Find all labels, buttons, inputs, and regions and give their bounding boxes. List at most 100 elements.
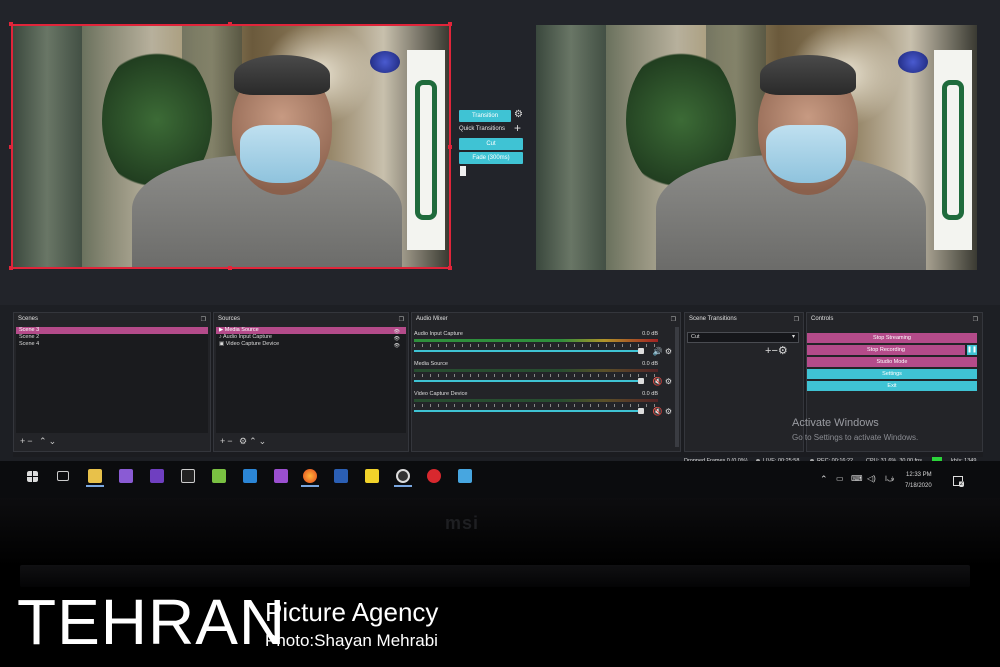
speaker-muted-icon[interactable]: 🔇: [653, 377, 663, 386]
speaker-muted-icon[interactable]: 🔇: [653, 407, 663, 416]
remove-icon[interactable]: −: [227, 436, 234, 446]
mixer-channel: Video Capture Device 0.0 dB 🔇 ⚙: [414, 391, 672, 416]
transition-settings-icon[interactable]: ⚙: [514, 109, 523, 120]
program-video: [536, 25, 977, 270]
word-icon[interactable]: [334, 469, 348, 483]
sources-toolbar: +− ⚙⌃⌄: [220, 436, 268, 447]
stop-recording-button[interactable]: Stop Recording: [807, 345, 965, 355]
watermark-title: TEHRAN: [17, 586, 287, 658]
remove-icon[interactable]: −: [27, 436, 34, 446]
notepad-plus-icon[interactable]: [212, 469, 226, 483]
scene-item[interactable]: Scene 2: [16, 334, 208, 341]
battery-icon[interactable]: ▭: [836, 474, 844, 483]
sources-dock: Sources ❐ ▶ Media Source ♪ Audio Input C…: [213, 312, 409, 452]
monitor-screen: Transition ⚙ Quick Transitions + Cut Fad…: [0, 0, 1000, 498]
undock-icon[interactable]: ❐: [399, 316, 404, 323]
clock-date[interactable]: 7/18/2020: [905, 483, 932, 489]
channel-logo-icon: [370, 51, 400, 73]
scene-item[interactable]: Scene 4: [16, 341, 208, 348]
studio-preview-area: Transition ⚙ Quick Transitions + Cut Fad…: [0, 0, 1000, 305]
audio-mixer-title: Audio Mixer: [416, 316, 448, 322]
transition-select[interactable]: Cut ▾: [687, 332, 799, 343]
chevron-up-icon[interactable]: ⌃: [820, 474, 828, 485]
source-item[interactable]: ♪ Audio Input Capture: [216, 334, 406, 341]
controls-title: Controls: [811, 316, 834, 322]
cut-button[interactable]: Cut: [459, 138, 523, 150]
preview-video[interactable]: [12, 25, 449, 268]
gear-icon[interactable]: ⚙: [665, 377, 672, 386]
undock-icon[interactable]: ❐: [794, 316, 799, 323]
chevron-down-icon: ▾: [791, 334, 795, 340]
stop-streaming-button[interactable]: Stop Streaming: [807, 333, 977, 343]
volume-knob[interactable]: [638, 348, 644, 354]
controls-dock: Controls ❐ Stop Streaming Stop Recording…: [806, 312, 983, 452]
recorder-icon[interactable]: [427, 469, 441, 483]
file-explorer-icon[interactable]: [88, 469, 102, 483]
volume-icon[interactable]: ◁): [867, 474, 876, 483]
scene-transitions-dock: Scene Transitions ❐ Cut ▾ +−⚙: [684, 312, 804, 452]
volume-slider[interactable]: [414, 410, 642, 412]
gear-icon[interactable]: ⚙: [665, 347, 672, 356]
app-icon[interactable]: [274, 469, 288, 483]
monitor-brand-logo: msi: [445, 513, 480, 533]
add-quick-transition-icon[interactable]: +: [514, 121, 521, 135]
scenes-list: Scene 3 Scene 2 Scene 4: [16, 327, 208, 433]
audio-mixer-dock: Audio Mixer ❐ Audio Input Capture 0.0 dB…: [411, 312, 681, 452]
t-bar-slider[interactable]: [460, 166, 466, 176]
windows-taskbar: ⌃ ▭ ⌨ ◁) ﻑﺍ 12:33 PM 7/18/2020 2: [0, 461, 1000, 498]
windows-start-icon[interactable]: [27, 471, 38, 482]
source-item[interactable]: ▣ Video Capture Device: [216, 341, 406, 348]
obs-icon[interactable]: [396, 469, 410, 483]
firefox-icon[interactable]: [303, 469, 317, 483]
activate-windows-title: Activate Windows: [792, 417, 879, 429]
gear-icon[interactable]: ⚙: [778, 345, 788, 357]
clock-time[interactable]: 12:33 PM: [906, 472, 932, 478]
visual-studio-icon[interactable]: [119, 469, 133, 483]
language-indicator[interactable]: ﻑﺍ: [885, 475, 894, 483]
vscode-icon[interactable]: [243, 469, 257, 483]
transition-button[interactable]: Transition: [459, 110, 511, 122]
task-view-icon[interactable]: [57, 471, 69, 481]
exit-button[interactable]: Exit: [807, 381, 977, 391]
gear-icon[interactable]: ⚙: [239, 436, 249, 446]
network-icon[interactable]: ⌨: [851, 474, 863, 483]
scenes-title: Scenes: [18, 316, 39, 322]
watermark-subtitle: Picture Agency: [265, 597, 439, 627]
mixer-scrollbar[interactable]: [675, 327, 679, 447]
channel-logo-icon: [898, 51, 928, 73]
source-item[interactable]: ▶ Media Source: [216, 327, 406, 334]
visibility-icons[interactable]: 👁 👁 👁: [394, 329, 400, 350]
scenes-dock: Scenes ❐ Scene 3 Scene 2 Scene 4 +− ⌃⌄: [13, 312, 211, 452]
move-up-icon[interactable]: ⌃: [249, 436, 259, 446]
gear-icon[interactable]: ⚙: [665, 407, 672, 416]
volume-knob[interactable]: [638, 408, 644, 414]
speaker-icon[interactable]: 🔊: [653, 347, 663, 356]
studio-transitions-panel: Transition ⚙ Quick Transitions + Cut Fad…: [455, 105, 527, 185]
sources-title: Sources: [218, 316, 241, 322]
volume-knob[interactable]: [638, 378, 644, 384]
move-down-icon[interactable]: ⌄: [259, 436, 269, 446]
visual-studio-2-icon[interactable]: [150, 469, 164, 483]
sticky-notes-icon[interactable]: [365, 469, 379, 483]
scene-item[interactable]: Scene 3: [16, 327, 208, 334]
undock-icon[interactable]: ❐: [201, 316, 206, 323]
studio-mode-button[interactable]: Studio Mode: [807, 357, 977, 367]
undock-icon[interactable]: ❐: [671, 316, 676, 323]
mixer-channel: Audio Input Capture 0.0 dB 🔊 ⚙: [414, 331, 672, 356]
fade-button[interactable]: Fade (300ms): [459, 152, 523, 164]
move-up-icon[interactable]: ⌃: [39, 436, 49, 446]
pause-recording-icon[interactable]: ❚❚: [967, 345, 977, 355]
volume-slider[interactable]: [414, 350, 642, 352]
move-down-icon[interactable]: ⌄: [49, 436, 59, 446]
scenes-toolbar: +− ⌃⌄: [20, 436, 58, 447]
watermark-credit: Photo:Shayan Mehrabi: [265, 631, 438, 650]
unity-icon[interactable]: [181, 469, 195, 483]
volume-slider[interactable]: [414, 380, 642, 382]
settings-button[interactable]: Settings: [807, 369, 977, 379]
window-app-icon[interactable]: [458, 469, 472, 483]
notification-count: 2: [959, 481, 964, 487]
activate-windows-subtitle: Go to Settings to activate Windows.: [792, 433, 919, 442]
undock-icon[interactable]: ❐: [973, 316, 978, 323]
scene-transitions-title: Scene Transitions: [689, 316, 737, 322]
quick-transitions-label: Quick Transitions: [459, 126, 506, 132]
